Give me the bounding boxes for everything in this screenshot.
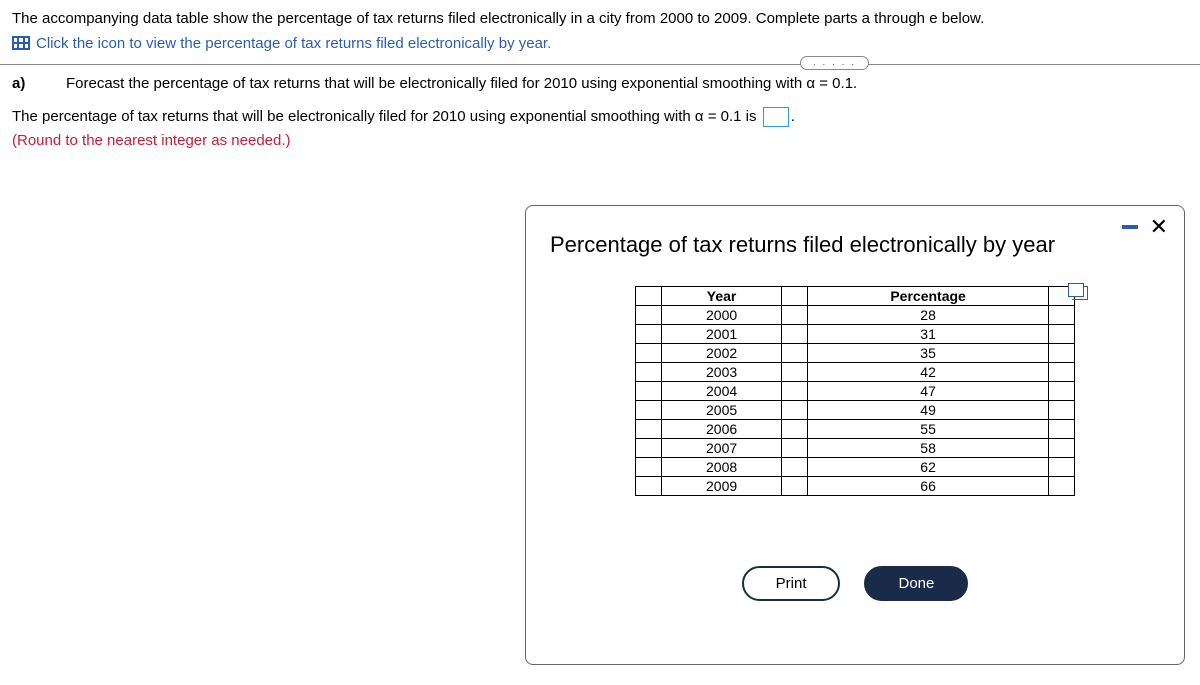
blank-cell [1049,420,1075,439]
print-button[interactable]: Print [742,566,841,601]
blank-cell [636,344,662,363]
blank-cell [1049,344,1075,363]
blank-cell [782,325,808,344]
blank-cell [1049,363,1075,382]
table-row: 2001 31 [636,325,1075,344]
table-header-year: Year [662,287,782,306]
answer-input[interactable] [763,107,789,127]
blank-cell [782,477,808,496]
year-cell: 2006 [662,420,782,439]
grid-icon[interactable] [12,36,30,50]
percentage-cell: 58 [808,439,1049,458]
table-header-blank [782,287,808,306]
blank-cell [636,477,662,496]
blank-cell [1049,306,1075,325]
question-prompt: Forecast the percentage of tax returns t… [66,75,857,92]
blank-cell [782,382,808,401]
intro-text: The accompanying data table show the per… [12,8,1188,31]
blank-cell [1049,325,1075,344]
modal-title: Percentage of tax returns filed electron… [550,232,1160,258]
percentage-cell: 66 [808,477,1049,496]
year-cell: 2005 [662,401,782,420]
blank-cell [1049,458,1075,477]
blank-cell [782,306,808,325]
table-row: 2003 42 [636,363,1075,382]
blank-cell [636,382,662,401]
year-cell: 2004 [662,382,782,401]
done-button[interactable]: Done [864,566,968,601]
percentage-cell: 49 [808,401,1049,420]
divider [0,64,1200,65]
blank-cell [1049,382,1075,401]
data-table: Year Percentage 2000 28 2001 31 2002 35 2003 42… [635,286,1075,496]
blank-cell [782,439,808,458]
blank-cell [1049,401,1075,420]
percentage-cell: 28 [808,306,1049,325]
blank-cell [782,420,808,439]
answer-text-pre: The percentage of tax returns that will … [12,108,761,125]
table-row: 2006 55 [636,420,1075,439]
blank-cell [1049,477,1075,496]
blank-cell [636,325,662,344]
blank-cell [782,401,808,420]
close-icon[interactable]: ✕ [1150,216,1168,238]
blank-cell [782,458,808,477]
answer-text-post: . [791,108,795,125]
table-row: 2004 47 [636,382,1075,401]
table-header-percentage: Percentage [808,287,1049,306]
blank-cell [636,439,662,458]
view-data-link[interactable]: Click the icon to view the percentage of… [36,35,551,52]
percentage-cell: 35 [808,344,1049,363]
table-row: 2007 58 [636,439,1075,458]
blank-cell [782,344,808,363]
blank-cell [1049,439,1075,458]
year-cell: 2000 [662,306,782,325]
year-cell: 2002 [662,344,782,363]
year-cell: 2007 [662,439,782,458]
table-row: 2000 28 [636,306,1075,325]
percentage-cell: 55 [808,420,1049,439]
year-cell: 2008 [662,458,782,477]
year-cell: 2009 [662,477,782,496]
year-cell: 2001 [662,325,782,344]
copy-icon[interactable] [1072,286,1088,300]
data-modal: ✕ Percentage of tax returns filed electr… [525,205,1185,665]
percentage-cell: 31 [808,325,1049,344]
dots-badge: . . . . . [800,56,869,70]
blank-cell [636,420,662,439]
table-row: 2005 49 [636,401,1075,420]
blank-cell [636,363,662,382]
blank-cell [782,363,808,382]
blank-cell [636,401,662,420]
minimize-icon[interactable] [1122,225,1138,229]
table-row: 2009 66 [636,477,1075,496]
blank-cell [636,306,662,325]
table-header-blank [636,287,662,306]
percentage-cell: 47 [808,382,1049,401]
table-row: 2002 35 [636,344,1075,363]
rounding-instruction: (Round to the nearest integer as needed.… [12,132,1188,149]
blank-cell [636,458,662,477]
table-row: 2008 62 [636,458,1075,477]
percentage-cell: 62 [808,458,1049,477]
year-cell: 2003 [662,363,782,382]
part-label: a) [12,75,66,92]
percentage-cell: 42 [808,363,1049,382]
